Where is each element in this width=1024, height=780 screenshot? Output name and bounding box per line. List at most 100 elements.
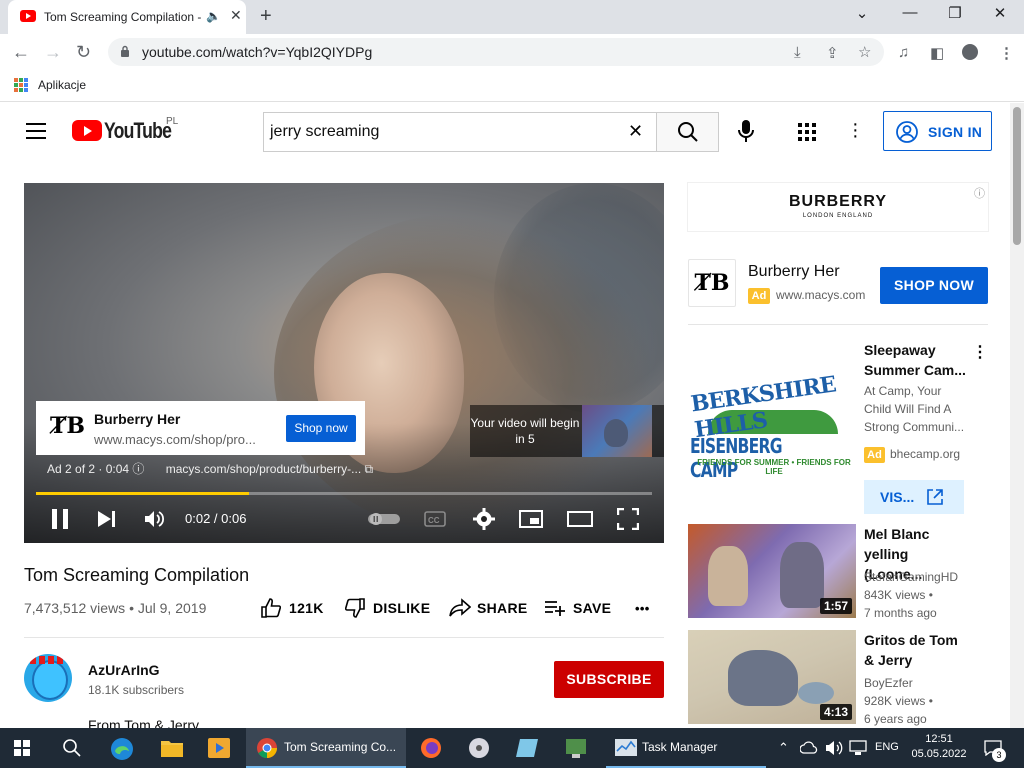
camp-thumbnail-tagline: FRIENDS FOR SUMMER • FRIENDS FOR LIFE (697, 458, 851, 476)
back-arrow-icon[interactable]: ← (12, 42, 30, 63)
browser-tab[interactable]: Tom Screaming Compilation - YouTube 🔈 ✕ (8, 0, 246, 34)
network-icon[interactable] (849, 740, 867, 780)
ad-info-icon[interactable]: ⓘ (974, 185, 985, 201)
apps-grid-icon[interactable] (14, 78, 28, 92)
ad-destination-url[interactable]: macys.com/shop/product/burberry-... (166, 462, 361, 476)
maximize-button[interactable]: ❐ (943, 4, 967, 22)
tab-audio-icon[interactable]: 🔈 (206, 9, 221, 23)
ad-info-icon[interactable]: ⓘ (132, 462, 144, 476)
promoted-video-card[interactable]: BERKSHIRE HILLS EISENBERG CAMP FRIENDS F… (688, 340, 988, 514)
system-monitor-icon[interactable] (564, 737, 588, 777)
youtube-wordmark[interactable]: YouTube (104, 118, 172, 144)
related-video-card[interactable]: 1:57 Mel Blanc yelling (Loone... StefanG… (688, 524, 988, 620)
video-channel[interactable]: StefanGamingHD (864, 568, 974, 586)
input-language[interactable]: ENG (875, 741, 899, 753)
edge-browser-icon[interactable] (110, 737, 134, 777)
media-player-icon[interactable] (208, 738, 230, 778)
reload-icon[interactable]: ↻ (76, 42, 91, 63)
page-scrollbar[interactable] (1010, 103, 1024, 728)
next-button[interactable] (98, 511, 116, 527)
player-ad-card[interactable]: ȾB Burberry Her www.macys.com/shop/pro..… (36, 401, 365, 455)
video-thumbnail[interactable]: 1:57 (688, 524, 856, 618)
video-thumbnail[interactable]: 4:13 (688, 630, 856, 724)
youtube-logo-icon[interactable] (72, 120, 102, 141)
subscribe-button[interactable]: SUBSCRIBE (554, 661, 664, 698)
ad-progress-bar[interactable] (36, 492, 652, 495)
video-channel[interactable]: BoyEzfer (864, 674, 974, 692)
video-player[interactable]: ȾB Burberry Her www.macys.com/shop/pro..… (24, 183, 664, 543)
notes-app-icon[interactable] (516, 737, 540, 777)
camp-thumbnail[interactable]: BERKSHIRE HILLS EISENBERG CAMP FRIENDS F… (688, 340, 856, 508)
more-actions-icon[interactable]: ••• (635, 601, 650, 616)
notification-center-button[interactable]: 3 (984, 740, 1006, 762)
visit-site-button[interactable]: VIS... (864, 480, 964, 514)
youtube-apps-icon[interactable] (798, 123, 816, 141)
url-text[interactable]: youtube.com/watch?v=YqbI2QIYDPg (142, 44, 372, 60)
new-tab-button[interactable]: + (260, 5, 272, 28)
bookmark-apps[interactable]: Aplikacje (38, 78, 86, 92)
mute-button[interactable] (145, 510, 165, 528)
firefox-icon[interactable] (420, 737, 442, 777)
bookmark-star-icon[interactable]: ☆ (858, 43, 871, 61)
clock-date: 05.05.2022 (911, 748, 967, 760)
captions-button[interactable]: CC (424, 511, 446, 527)
voice-search-button[interactable] (738, 120, 754, 142)
search-input[interactable]: jerry screaming ✕ (263, 112, 656, 152)
channel-avatar[interactable] (24, 654, 72, 702)
country-code: PL (166, 116, 179, 127)
video-title[interactable]: Gritos de Tom & Jerry (864, 630, 968, 670)
profile-avatar-icon[interactable] (962, 44, 978, 60)
bookmarks-bar: Aplikacje (0, 70, 1024, 102)
taskbar-task-manager-window[interactable]: Task Manager (606, 728, 766, 768)
ad-card-url[interactable]: www.macys.com/shop/pro... (94, 432, 264, 447)
burberry-brand-text: BURBERRY (788, 193, 888, 210)
promo-title[interactable]: Sleepaway Summer Cam... (864, 340, 968, 380)
show-hidden-icons-chevron-icon[interactable]: ⌃ (778, 740, 789, 780)
browser-menu-icon[interactable]: ⋮ (999, 44, 1014, 62)
youtube-page: YouTube PL jerry screaming ✕ · · · SIGN … (0, 103, 1010, 728)
settings-button[interactable] (473, 508, 495, 530)
windows-start-icon[interactable] (14, 740, 30, 780)
external-link-icon[interactable]: ⧉ (365, 462, 374, 476)
promo-menu-icon[interactable]: ⋮ (972, 342, 988, 362)
system-clock[interactable]: 12:51 05.05.2022 (908, 732, 970, 762)
ad-shop-now-button[interactable]: Shop now (286, 415, 356, 442)
search-query[interactable]: jerry screaming (270, 123, 379, 141)
related-video-card[interactable]: 4:13 Gritos de Tom & Jerry BoyEzfer 928K… (688, 630, 988, 726)
minimize-button[interactable]: — (898, 4, 922, 21)
sidebar-ad[interactable]: ȾB Burberry Her Ad www.macys.com SHOP NO… (688, 259, 988, 315)
sign-in-button[interactable]: SIGN IN (883, 111, 992, 151)
disc-icon[interactable] (468, 737, 490, 777)
ad-countdown-box: Your video will begin in 5 (470, 405, 664, 457)
sidebar-ad-title[interactable]: Burberry Her (748, 263, 840, 281)
search-icon[interactable] (62, 738, 82, 778)
share-icon[interactable]: ⇪ (826, 44, 839, 62)
ad-card-title[interactable]: Burberry Her (94, 411, 180, 427)
theater-mode-button[interactable] (567, 511, 593, 527)
address-bar[interactable]: youtube.com/watch?v=YqbI2QIYDPg ⤓ ⇪ ☆ (108, 38, 884, 66)
media-control-icon[interactable]: ♫ (898, 44, 909, 61)
cloud-sync-icon[interactable] (800, 740, 818, 780)
gear-icon (473, 508, 495, 530)
pause-button[interactable] (51, 509, 69, 529)
channel-name[interactable]: AzUrArInG (88, 662, 160, 678)
install-app-icon[interactable]: ⤓ (794, 44, 801, 61)
speaker-icon[interactable] (826, 740, 844, 780)
fullscreen-button[interactable] (617, 508, 639, 530)
forward-arrow-icon[interactable]: → (44, 42, 62, 63)
miniplayer-button[interactable] (519, 510, 543, 528)
tab-close-icon[interactable]: ✕ (230, 7, 242, 24)
taskbar-chrome-window[interactable]: Tom Screaming Co... (246, 728, 406, 768)
side-panel-icon[interactable]: ◧ (930, 44, 944, 62)
autoplay-toggle[interactable] (368, 513, 400, 525)
file-explorer-icon[interactable] (160, 738, 184, 778)
search-button[interactable] (656, 112, 719, 152)
scrollbar-thumb[interactable] (1013, 107, 1021, 245)
close-window-button[interactable]: ✕ (988, 4, 1012, 22)
tab-search-icon[interactable]: ⌄ (850, 4, 874, 22)
settings-more-icon[interactable]: · · · (852, 114, 859, 146)
hamburger-menu-icon[interactable] (26, 123, 46, 139)
clear-search-icon[interactable]: ✕ (628, 121, 643, 142)
burberry-banner-ad[interactable]: BURBERRY LONDON ENGLAND ⓘ (688, 183, 988, 231)
shop-now-button[interactable]: SHOP NOW (880, 267, 988, 304)
